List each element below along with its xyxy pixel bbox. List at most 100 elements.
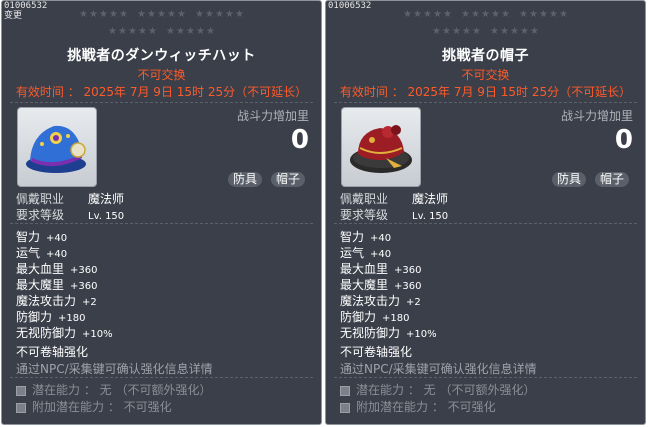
- star-icon: ★: [177, 9, 186, 20]
- divider: [334, 223, 637, 225]
- tag-hat: 帽子: [595, 172, 630, 187]
- star-icon: ★: [167, 9, 176, 20]
- star-icon: ★: [529, 9, 538, 20]
- star-icon: ★: [520, 26, 529, 37]
- stat-luk: 运气 +40: [340, 244, 391, 261]
- star-icon: ★: [501, 9, 510, 20]
- stat-int: 智力 +40: [340, 228, 391, 245]
- stat-int: 智力 +40: [16, 228, 67, 245]
- npc-info-text: 通过NPC/采集键可确认强化信息详情: [340, 362, 537, 376]
- potential-text: 潜在能力 ： 无 （不可额外强化）: [32, 383, 212, 397]
- star-icon: ★: [559, 9, 568, 20]
- power-increase-value: 0: [614, 125, 633, 155]
- star-icon: ★: [403, 9, 412, 20]
- star-icon: ★: [443, 9, 452, 20]
- tradable-status: 不可交换: [461, 68, 510, 82]
- wizard-hat-icon: [26, 125, 86, 173]
- star-icon: ★: [549, 9, 558, 20]
- npc-info-text: 通过NPC/采集键可确认强化信息详情: [16, 362, 213, 376]
- potential-row: 潜在能力 ： 无 （不可额外强化）: [16, 381, 211, 398]
- additional-potential-icon: [16, 402, 26, 413]
- stat-value: +2: [406, 297, 421, 308]
- potential-icon: [16, 385, 26, 396]
- item-tooltip-left: 01006532 变更 ★★★★★ ★★★★★ ★★★★★ ★★★★★ ★★★★★ 挑…: [1, 0, 322, 425]
- potential-icon: [340, 385, 350, 396]
- star-icon: ★: [195, 9, 204, 20]
- star-icon: ★: [491, 9, 500, 20]
- stat-name: 防御力: [340, 310, 377, 324]
- star-icon: ★: [119, 9, 128, 20]
- stat-name: 最大血里: [16, 262, 65, 276]
- divider: [334, 102, 637, 104]
- stat-value: +40: [370, 233, 392, 244]
- star-icon: ★: [176, 26, 185, 37]
- stat-name: 无视防御力: [340, 326, 401, 340]
- star-icon: ★: [137, 9, 146, 20]
- star-icon: ★: [147, 9, 156, 20]
- job-requirement: 佩戴职业 魔法师: [340, 190, 448, 207]
- stat-name: 最大魔里: [340, 278, 389, 292]
- stat-max-hp: 最大血里 +360: [16, 260, 97, 277]
- stat-ignore-defense: 无视防御力 +10%: [16, 324, 113, 341]
- additional-potential-row: 附加潜在能力 ： 不可强化: [16, 398, 172, 415]
- stat-name: 最大血里: [340, 262, 389, 276]
- stat-luk: 运气 +40: [16, 244, 67, 261]
- star-icon: ★: [205, 9, 214, 20]
- stat-name: 最大魔里: [16, 278, 65, 292]
- item-icon-frame: [341, 107, 421, 187]
- stat-value: +180: [58, 313, 86, 324]
- job-requirement: 佩戴职业 魔法师: [16, 190, 124, 207]
- star-icon: ★: [166, 26, 175, 37]
- tag-hat: 帽子: [271, 172, 306, 187]
- divider: [10, 377, 313, 379]
- level-requirement: 要求等级 Lv. 150: [340, 206, 448, 223]
- expire-time: 有效时间 ： 2025年 7月 9日 15时 25分（不可延长）: [339, 85, 632, 99]
- star-icon: ★: [215, 9, 224, 20]
- star-icon: ★: [99, 9, 108, 20]
- star-icon: ★: [89, 9, 98, 20]
- stat-value: +40: [46, 233, 68, 244]
- stat-value: +40: [46, 249, 68, 260]
- star-icon: ★: [148, 26, 157, 37]
- stat-value: +40: [370, 249, 392, 260]
- stat-name: 无视防御力: [16, 326, 77, 340]
- level-value: Lv. 150: [412, 211, 449, 222]
- star-icon: ★: [530, 26, 539, 37]
- level-requirement: 要求等级 Lv. 150: [16, 206, 124, 223]
- star-icon: ★: [500, 26, 509, 37]
- star-icon: ★: [157, 9, 166, 20]
- star-force-row-1: ★★★★★ ★★★★★ ★★★★★: [2, 10, 321, 20]
- star-force-row-2: ★★★★★ ★★★★★: [2, 27, 321, 37]
- stat-magic-attack: 魔法攻击力 +2: [340, 292, 421, 309]
- stat-value: +360: [394, 281, 422, 292]
- star-icon: ★: [471, 9, 480, 20]
- star-icon: ★: [206, 26, 215, 37]
- additional-potential-text: 附加潜在能力 ： 不可强化: [32, 400, 172, 414]
- stat-name: 运气: [340, 246, 365, 260]
- star-icon: ★: [128, 26, 137, 37]
- star-icon: ★: [138, 26, 147, 37]
- power-increase-value: 0: [290, 125, 309, 155]
- stat-name: 魔法攻击力: [340, 294, 401, 308]
- additional-potential-text: 附加潜在能力 ： 不可强化: [356, 400, 496, 414]
- tag-armor: 防具: [552, 172, 587, 187]
- challenger-hat-icon: [350, 125, 412, 173]
- level-label: 要求等级: [16, 208, 65, 222]
- star-icon: ★: [186, 26, 195, 37]
- star-icon: ★: [196, 26, 205, 37]
- stat-value: +10%: [82, 329, 113, 340]
- stat-value: +10%: [406, 329, 437, 340]
- expire-time: 有效时间 ： 2025年 7月 9日 15时 25分（不可延长）: [15, 85, 308, 99]
- no-scroll-upgrade: 不可卷轴强化: [16, 345, 89, 359]
- stat-name: 智力: [16, 230, 41, 244]
- stat-defense: 防御力 +180: [16, 308, 85, 325]
- star-icon: ★: [472, 26, 481, 37]
- star-icon: ★: [118, 26, 127, 37]
- additional-potential-row: 附加潜在能力 ： 不可强化: [340, 398, 496, 415]
- job-value: 魔法师: [88, 192, 125, 206]
- star-force-row-2: ★★★★★ ★★★★★: [326, 27, 645, 37]
- no-scroll-upgrade: 不可卷轴强化: [340, 345, 413, 359]
- star-icon: ★: [462, 26, 471, 37]
- star-icon: ★: [539, 9, 548, 20]
- stat-name: 智力: [340, 230, 365, 244]
